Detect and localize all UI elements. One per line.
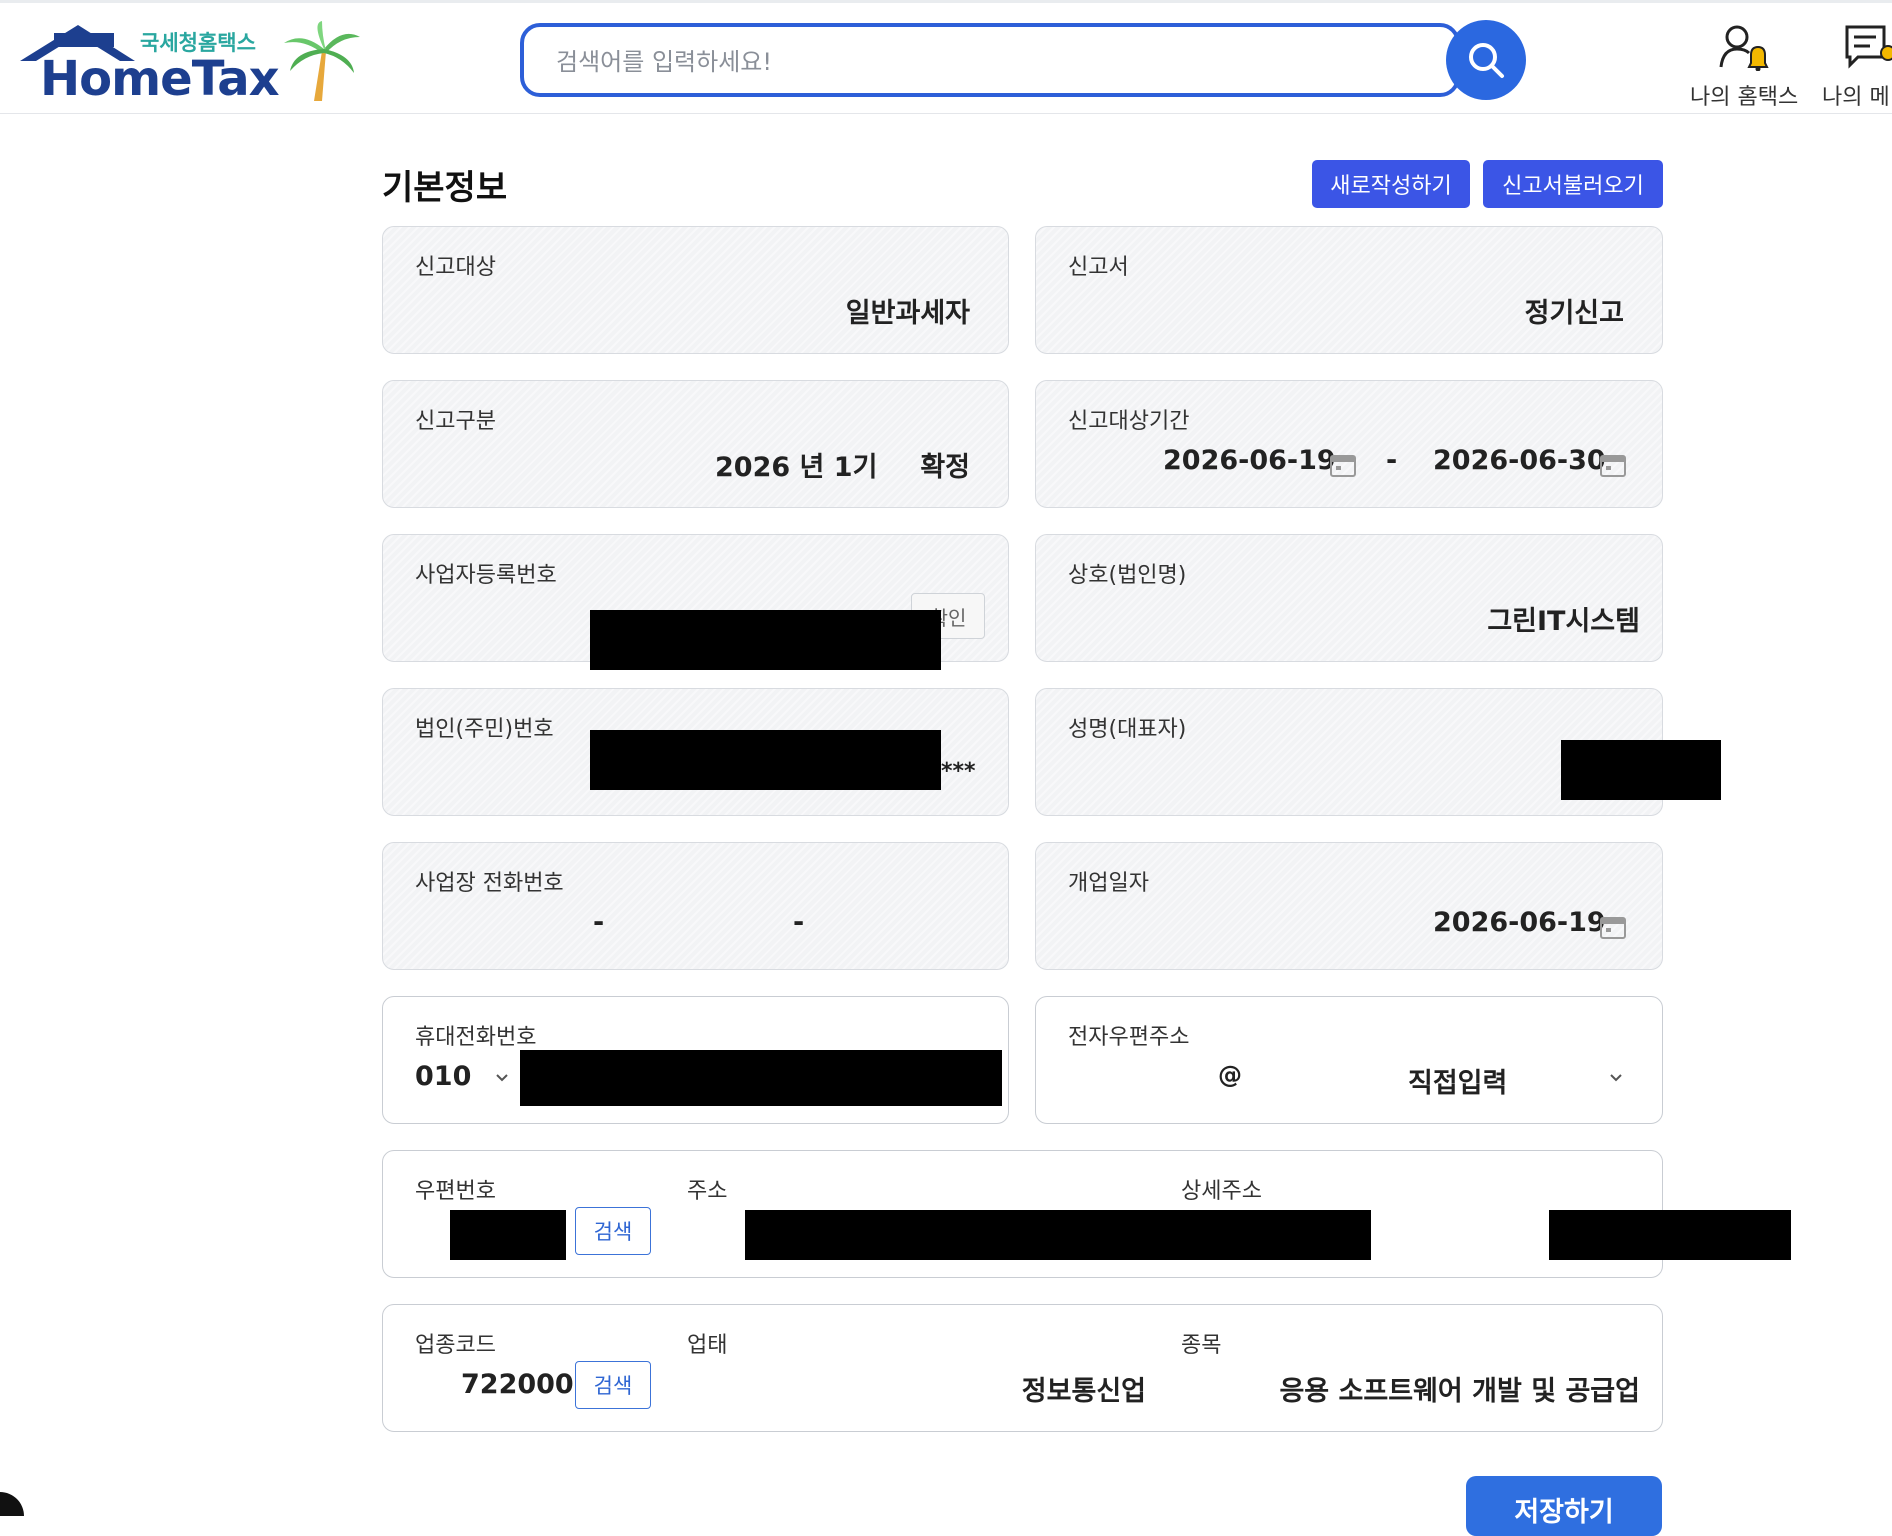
- mobile-label: 휴대전화번호: [415, 1025, 537, 1050]
- redacted-business-reg-no: [590, 610, 941, 670]
- load-report-button[interactable]: 신고서불러오기: [1483, 160, 1663, 208]
- report-kind-value[interactable]: 확정: [920, 445, 970, 484]
- zip-search-button[interactable]: 검색: [575, 1207, 651, 1255]
- page-title: 기본정보: [382, 168, 508, 208]
- palm-tree-icon: [284, 21, 360, 101]
- business-type-label: 업태: [687, 1333, 728, 1358]
- email-domain-select[interactable]: 직접입력: [1408, 1061, 1507, 1100]
- logo-title: HomeTax: [40, 51, 280, 107]
- email-card: 전자우편주소 @ 직접입력: [1035, 996, 1663, 1124]
- user-bell-icon: [1719, 25, 1769, 71]
- zip-label: 우편번호: [415, 1179, 496, 1204]
- period-start-date[interactable]: 2026-06-19: [1163, 445, 1336, 476]
- email-label: 전자우편주소: [1068, 1025, 1190, 1050]
- redacted-detail-address: [1549, 1210, 1791, 1260]
- address-label: 주소: [687, 1179, 728, 1204]
- search-icon: [1469, 43, 1504, 78]
- company-name-card: 상호(법인명) 그린IT시스템: [1035, 534, 1663, 662]
- save-button[interactable]: 저장하기: [1466, 1476, 1662, 1536]
- calendar-icon[interactable]: [1330, 453, 1356, 477]
- search-input[interactable]: [554, 41, 1358, 83]
- email-at-sign: @: [1218, 1061, 1242, 1089]
- report-target-label: 신고대상: [415, 255, 496, 280]
- industry-code-label: 업종코드: [415, 1333, 496, 1358]
- redacted-mobile-number: [520, 1050, 1002, 1106]
- redacted-corp-id: [590, 730, 941, 790]
- corp-id-label: 법인(주민)번호: [415, 717, 554, 742]
- top-header: 국세청홈택스 HomeTax 나의 홈택스: [0, 0, 1892, 114]
- hometax-logo[interactable]: 국세청홈택스 HomeTax: [20, 21, 360, 107]
- company-name-label: 상호(법인명): [1068, 563, 1187, 588]
- calendar-icon[interactable]: [1600, 915, 1626, 939]
- report-form-value[interactable]: 정기신고: [1525, 291, 1624, 330]
- chevron-down-icon[interactable]: [495, 1073, 509, 1083]
- business-item-value: 응용 소프트웨어 개발 및 공급업: [1279, 1376, 1640, 1407]
- report-target-value[interactable]: 일반과세자: [846, 291, 970, 330]
- open-date-value[interactable]: 2026-06-19: [1433, 907, 1606, 938]
- business-item-label: 종목: [1181, 1333, 1222, 1358]
- menu-chat-icon: [1845, 25, 1892, 69]
- report-type-card: 신고구분 2026 년 1기 확정: [382, 380, 1009, 508]
- report-period-card: 신고대상기간 2026-06-19 - 2026-06-30: [1035, 380, 1663, 508]
- my-hometax-label: 나의 홈택스: [1690, 85, 1799, 110]
- business-reg-label: 사업자등록번호: [415, 563, 557, 588]
- report-form-card: 신고서 정기신고: [1035, 226, 1663, 354]
- phone-separator-1: -: [593, 907, 605, 938]
- industry-code-value[interactable]: 722000: [461, 1369, 574, 1400]
- company-name-value[interactable]: 그린IT시스템: [1487, 599, 1640, 638]
- industry-search-button[interactable]: 검색: [575, 1361, 651, 1409]
- search-bar[interactable]: [520, 23, 1460, 97]
- redacted-zip-code: [450, 1210, 566, 1260]
- redacted-address: [745, 1210, 1371, 1260]
- report-period-label: 신고대상기간: [1068, 409, 1190, 434]
- search-button[interactable]: [1446, 20, 1526, 100]
- calendar-icon[interactable]: [1600, 453, 1626, 477]
- business-phone-label: 사업장 전화번호: [415, 871, 564, 896]
- rep-name-label: 성명(대표자): [1068, 717, 1187, 742]
- business-phone-card: 사업장 전화번호 - -: [382, 842, 1009, 970]
- period-separator: -: [1386, 445, 1398, 476]
- open-date-card: 개업일자 2026-06-19: [1035, 842, 1663, 970]
- chevron-down-icon[interactable]: [1609, 1073, 1623, 1083]
- report-form-label: 신고서: [1068, 255, 1129, 280]
- business-type-value: 정보통신업: [1021, 1376, 1146, 1407]
- my-menu-label: 나의 메: [1822, 85, 1890, 110]
- redacted-rep-name: [1561, 740, 1721, 800]
- window-corner: [0, 1492, 24, 1516]
- industry-card: 업종코드 업태 종목 722000 검색 정보통신업 응용 소프트웨어 개발 및…: [382, 1304, 1663, 1432]
- my-hometax-link[interactable]: 나의 홈택스: [1690, 21, 1800, 110]
- period-end-date[interactable]: 2026-06-30: [1433, 445, 1606, 476]
- open-date-label: 개업일자: [1068, 871, 1149, 896]
- detail-address-label: 상세주소: [1181, 1179, 1262, 1204]
- new-report-button[interactable]: 새로작성하기: [1312, 160, 1470, 208]
- corp-id-masked: ***: [941, 759, 976, 784]
- my-menu-link[interactable]: 나의 메: [1822, 21, 1892, 110]
- mobile-prefix-select[interactable]: 010: [415, 1061, 471, 1092]
- report-target-card: 신고대상 일반과세자: [382, 226, 1009, 354]
- report-type-label: 신고구분: [415, 409, 496, 434]
- phone-separator-2: -: [793, 907, 805, 938]
- report-year-period[interactable]: 2026 년 1기: [715, 445, 877, 484]
